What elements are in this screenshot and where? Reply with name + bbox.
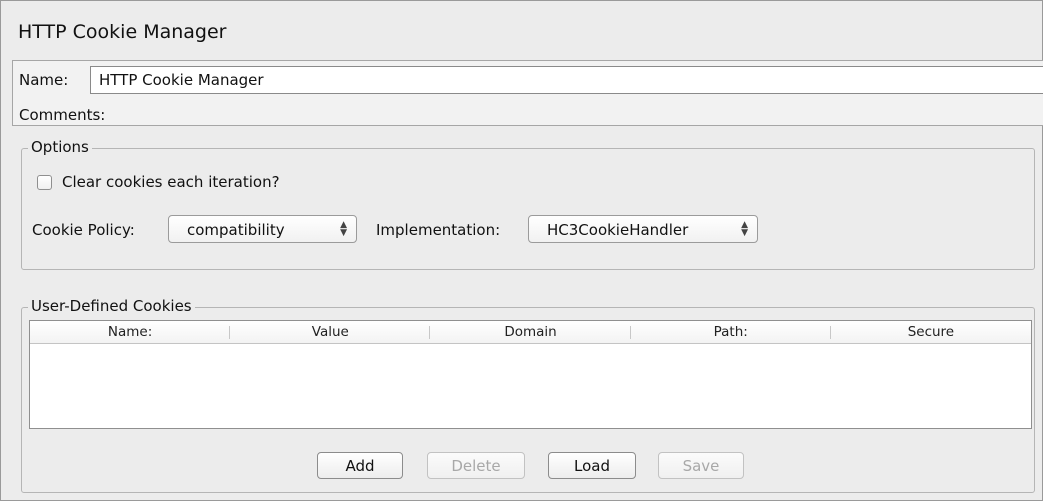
comments-input[interactable] <box>122 103 1043 125</box>
user-defined-cookies-group: User-Defined Cookies Name: Value Domain … <box>21 297 1035 493</box>
delete-button[interactable]: Delete <box>427 452 525 479</box>
column-header-path[interactable]: Path: <box>631 321 832 343</box>
options-legend: Options <box>28 138 92 156</box>
save-button[interactable]: Save <box>658 452 744 479</box>
name-row: Name: <box>13 61 1043 97</box>
add-button[interactable]: Add <box>317 452 403 479</box>
options-group: Options Clear cookies each iteration? Co… <box>21 138 1035 270</box>
column-header-name[interactable]: Name: <box>30 321 231 343</box>
up-down-chevron-icon: ▲ ▼ <box>340 220 347 238</box>
clear-cookies-row[interactable]: Clear cookies each iteration? <box>37 173 280 191</box>
implementation-select[interactable]: HC3CookieHandler ▲ ▼ <box>528 215 758 243</box>
cookies-table-body[interactable] <box>30 344 1031 428</box>
cookie-policy-value: compatibility <box>187 221 285 239</box>
column-header-domain[interactable]: Domain <box>430 321 631 343</box>
user-defined-cookies-legend: User-Defined Cookies <box>28 297 195 315</box>
column-header-secure[interactable]: Secure <box>831 321 1031 343</box>
load-button[interactable]: Load <box>548 452 636 479</box>
clear-cookies-checkbox[interactable] <box>37 174 52 190</box>
cookies-table[interactable]: Name: Value Domain Path: Secure <box>29 320 1032 429</box>
name-input[interactable] <box>90 66 1043 94</box>
implementation-value: HC3CookieHandler <box>547 221 689 239</box>
comments-label: Comments: <box>19 106 106 124</box>
name-comments-block: Name: Comments: <box>12 60 1043 126</box>
name-label: Name: <box>19 71 69 89</box>
cookie-policy-label: Cookie Policy: <box>32 221 135 239</box>
up-down-chevron-icon: ▲ ▼ <box>741 220 748 238</box>
implementation-label: Implementation: <box>376 221 501 239</box>
cookies-table-header: Name: Value Domain Path: Secure <box>30 321 1031 344</box>
cookie-policy-select[interactable]: compatibility ▲ ▼ <box>168 215 357 243</box>
column-header-value[interactable]: Value <box>230 321 431 343</box>
clear-cookies-label: Clear cookies each iteration? <box>62 173 280 191</box>
panel-title: HTTP Cookie Manager <box>18 21 227 43</box>
cookie-manager-panel: HTTP Cookie Manager Name: Comments: Opti… <box>0 0 1043 501</box>
